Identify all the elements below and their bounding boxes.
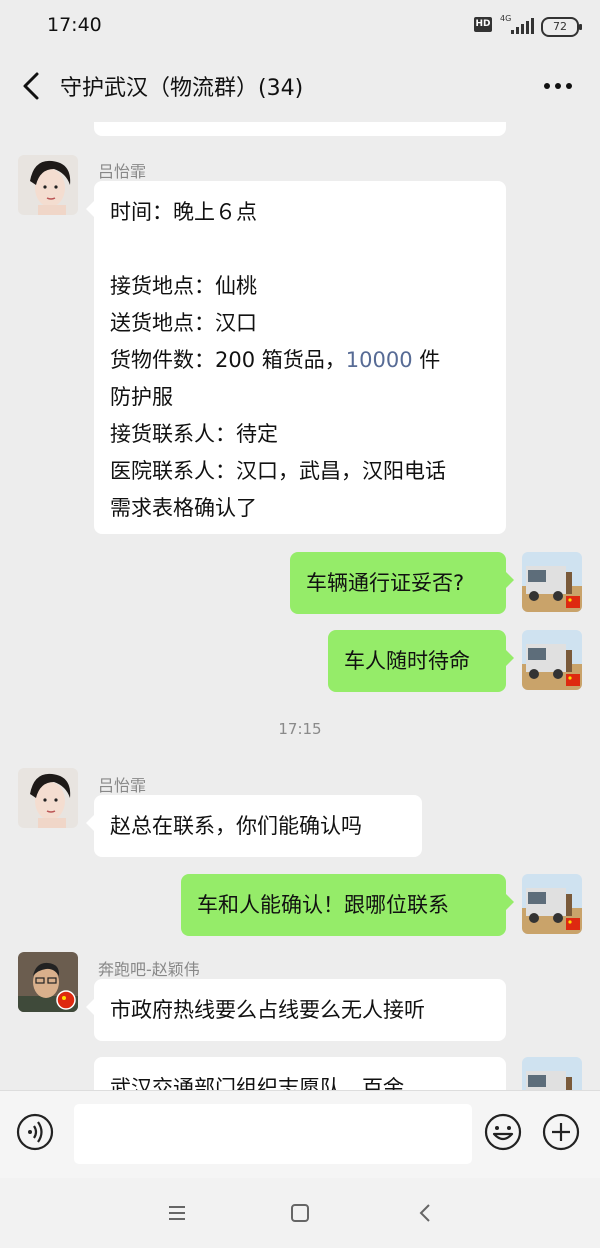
battery-icon: 72 xyxy=(541,17,582,37)
status-time: 17:40 xyxy=(47,14,102,36)
message-line: 医院联系人：汉口，武昌，汉阳电话 xyxy=(110,459,446,483)
message-line: 防护服 xyxy=(110,385,173,409)
message-text: 武汉交通部门组织志愿队，百余 xyxy=(110,1076,404,1090)
message-text: 车人随时待命 xyxy=(344,649,470,673)
hd-icon: HD xyxy=(474,17,492,32)
message-bubble-partial[interactable] xyxy=(94,122,506,136)
menu-icon[interactable] xyxy=(163,1200,191,1226)
avatar-self[interactable] xyxy=(522,874,582,934)
message-line: 接货联系人：待定 xyxy=(110,422,278,446)
message-bubble[interactable]: 市政府热线要么占线要么无人接听 xyxy=(86,979,506,1041)
avatar-zhao-yingwei[interactable] xyxy=(18,952,78,1012)
avatar-self[interactable] xyxy=(522,1057,582,1090)
message-text: 市政府热线要么占线要么无人接听 xyxy=(110,998,425,1022)
input-bar xyxy=(0,1090,600,1179)
message-bubble-self[interactable]: 车和人能确认！跟哪位联系 xyxy=(181,874,514,936)
message-bubble-self[interactable]: 车辆通行证妥否? xyxy=(290,552,514,614)
sender-name: 吕怡霏 xyxy=(98,776,147,795)
home-icon[interactable] xyxy=(286,1200,314,1226)
message-line: 需求表格确认了 xyxy=(110,496,257,520)
network-type: 4G xyxy=(500,14,512,23)
message-text: 车和人能确认！跟哪位联系 xyxy=(197,893,449,917)
message-line: 接货地点：仙桃 xyxy=(110,274,257,298)
voice-input-icon[interactable] xyxy=(16,1113,54,1151)
message-timestamp: 17:15 xyxy=(278,720,322,738)
sender-name: 吕怡霏 xyxy=(98,162,147,181)
status-bar: 17:40 HD 4G 72 xyxy=(0,0,600,52)
avatar-lv-yifei[interactable] xyxy=(18,155,78,215)
message-bubble-self[interactable]: 车人随时待命 xyxy=(328,630,514,692)
avatar-self[interactable] xyxy=(522,552,582,612)
message-line: 时间：晚上６点 xyxy=(110,200,257,224)
message-list[interactable]: 吕怡霏 时间：晚上６点 接货地点：仙桃 送货地点：汉口 货物件数：200 箱货品… xyxy=(0,122,600,1090)
message-text: 货物件数：200 箱货品， xyxy=(110,348,346,372)
message-text: 车辆通行证妥否? xyxy=(306,571,465,595)
avatar-lv-yifei[interactable] xyxy=(18,768,78,828)
message-input[interactable] xyxy=(74,1104,472,1164)
chat-title: 守护武汉（物流群）(34) xyxy=(60,76,304,101)
back-icon[interactable] xyxy=(412,1200,440,1226)
system-nav-bar xyxy=(0,1178,600,1248)
message-text: 件 xyxy=(412,348,441,372)
emoji-icon[interactable] xyxy=(484,1113,522,1151)
message-bubble-partial[interactable]: 武汉交通部门组织志愿队，百余 xyxy=(94,1057,506,1090)
sender-name: 奔跑吧-赵颖伟 xyxy=(98,960,200,979)
plus-icon[interactable] xyxy=(542,1113,580,1151)
chat-header: 守护武汉（物流群）(34) xyxy=(0,52,600,122)
signal-icon xyxy=(511,18,534,34)
avatar-self[interactable] xyxy=(522,630,582,690)
back-arrow-icon[interactable] xyxy=(18,68,48,104)
detected-number-link[interactable]: 10000 xyxy=(346,348,413,372)
message-line: 送货地点：汉口 xyxy=(110,311,257,335)
message-text: 赵总在联系，你们能确认吗 xyxy=(110,814,362,838)
message-bubble[interactable]: 赵总在联系，你们能确认吗 xyxy=(86,795,422,857)
more-options-icon[interactable] xyxy=(542,76,574,96)
message-bubble[interactable]: 时间：晚上６点 接货地点：仙桃 送货地点：汉口 货物件数：200 箱货品，100… xyxy=(86,181,506,534)
message-line-quantity: 货物件数：200 箱货品，10000 件 xyxy=(110,342,490,379)
